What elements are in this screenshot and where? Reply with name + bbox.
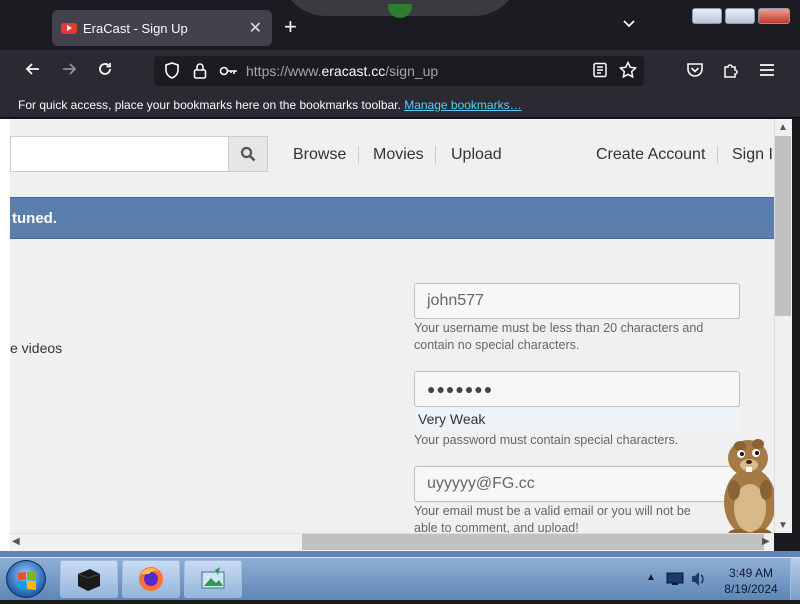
back-arrow-icon [25, 63, 39, 75]
close-window-button[interactable] [758, 8, 790, 24]
nav-movies-link[interactable]: Movies [373, 146, 424, 164]
nav-browse-link[interactable]: Browse [293, 146, 346, 164]
windows-logo-icon [18, 571, 36, 590]
manage-bookmarks-link[interactable]: Manage bookmarks… [404, 98, 521, 112]
show-desktop-button[interactable] [790, 558, 800, 600]
volume-tray-icon[interactable] [690, 570, 706, 593]
taskbar-image-app[interactable] [184, 560, 242, 598]
system-clock[interactable]: 3:49 AM 8/19/2024 [716, 565, 786, 597]
signup-intro-text: e videos [10, 340, 63, 356]
forward-button[interactable] [60, 60, 78, 82]
email-hint: Your email must be a valid email or you … [414, 504, 691, 535]
hamburger-menu-icon[interactable] [758, 62, 776, 83]
nav-divider [358, 146, 359, 164]
maximize-button[interactable] [725, 8, 755, 24]
username-field[interactable]: john577 [414, 283, 740, 319]
clock-time: 3:49 AM [728, 566, 774, 580]
back-button[interactable] [24, 60, 42, 82]
url-text[interactable]: https://www.eracast.cc/sign_up [246, 63, 438, 79]
new-tab-button[interactable]: + [284, 14, 297, 40]
scroll-left-arrow-icon[interactable]: ◀ [12, 536, 20, 547]
password-strength-indicator: Very Weak [414, 408, 740, 432]
tab-eracast-sign-up[interactable]: EraCast - Sign Up ✕ [52, 10, 272, 46]
pocket-icon[interactable] [686, 62, 704, 83]
tracking-protection-shield-icon[interactable] [164, 62, 180, 85]
chevron-down-icon [623, 20, 635, 28]
network-tray-icon[interactable] [666, 572, 684, 591]
nav-divider [717, 146, 718, 164]
url-path: /sign_up [385, 63, 439, 79]
url-prefix: https://www. [246, 63, 322, 79]
scroll-up-arrow-icon[interactable]: ▲ [778, 122, 788, 133]
list-all-tabs-button[interactable] [622, 16, 636, 32]
minimize-button[interactable] [692, 8, 722, 24]
taskbar-firefox-app[interactable] [122, 560, 180, 598]
nav-upload-link[interactable]: Upload [451, 146, 502, 164]
bookmarks-message: For quick access, place your bookmarks h… [18, 98, 401, 112]
clock-date: 8/19/2024 [724, 582, 778, 596]
page-left-edge [0, 119, 10, 551]
search-icon [240, 146, 256, 162]
username-hint: Your username must be less than 20 chara… [414, 321, 704, 352]
bookmark-star-icon[interactable] [618, 60, 638, 84]
url-host: eracast.cc [321, 63, 386, 79]
site-search-button[interactable] [228, 136, 268, 172]
scroll-down-arrow-icon[interactable]: ▼ [778, 520, 788, 531]
nav-sign-in-link[interactable]: Sign In [732, 146, 774, 164]
start-button[interactable] [6, 560, 46, 598]
terminal-icon [77, 569, 101, 591]
tab-close-icon[interactable]: ✕ [249, 18, 262, 38]
password-field[interactable]: ●●●●●●● [414, 371, 740, 407]
reload-icon [99, 63, 111, 75]
taskbar-terminal-app[interactable] [60, 560, 118, 598]
nav-create-account-link[interactable]: Create Account [596, 146, 705, 164]
firefox-icon [139, 567, 163, 591]
horizontal-scroll-thumb[interactable] [302, 534, 764, 550]
site-search-input[interactable] [10, 136, 228, 172]
youtube-favicon-icon [61, 22, 77, 34]
scroll-right-arrow-icon[interactable]: ▶ [762, 536, 770, 547]
key-permission-icon[interactable] [219, 64, 239, 83]
forward-arrow-icon [63, 63, 77, 75]
show-hidden-icons-button[interactable]: ▲ [646, 572, 656, 583]
announcement-banner [10, 197, 774, 239]
banner-text: tuned. [12, 210, 57, 227]
padlock-icon[interactable] [193, 62, 207, 85]
image-editor-icon [201, 567, 225, 589]
extensions-puzzle-icon[interactable] [722, 61, 740, 84]
reader-view-icon[interactable] [592, 62, 608, 83]
vertical-scroll-thumb[interactable] [775, 136, 791, 316]
bookmarks-hint: For quick access, place your bookmarks h… [18, 98, 522, 112]
tab-title: EraCast - Sign Up [83, 20, 188, 36]
reload-button[interactable] [96, 60, 114, 82]
nav-divider [435, 146, 436, 164]
email-field[interactable]: uyyyyy@FG.cc [414, 466, 740, 502]
password-hint: Your password must contain special chara… [414, 433, 679, 447]
